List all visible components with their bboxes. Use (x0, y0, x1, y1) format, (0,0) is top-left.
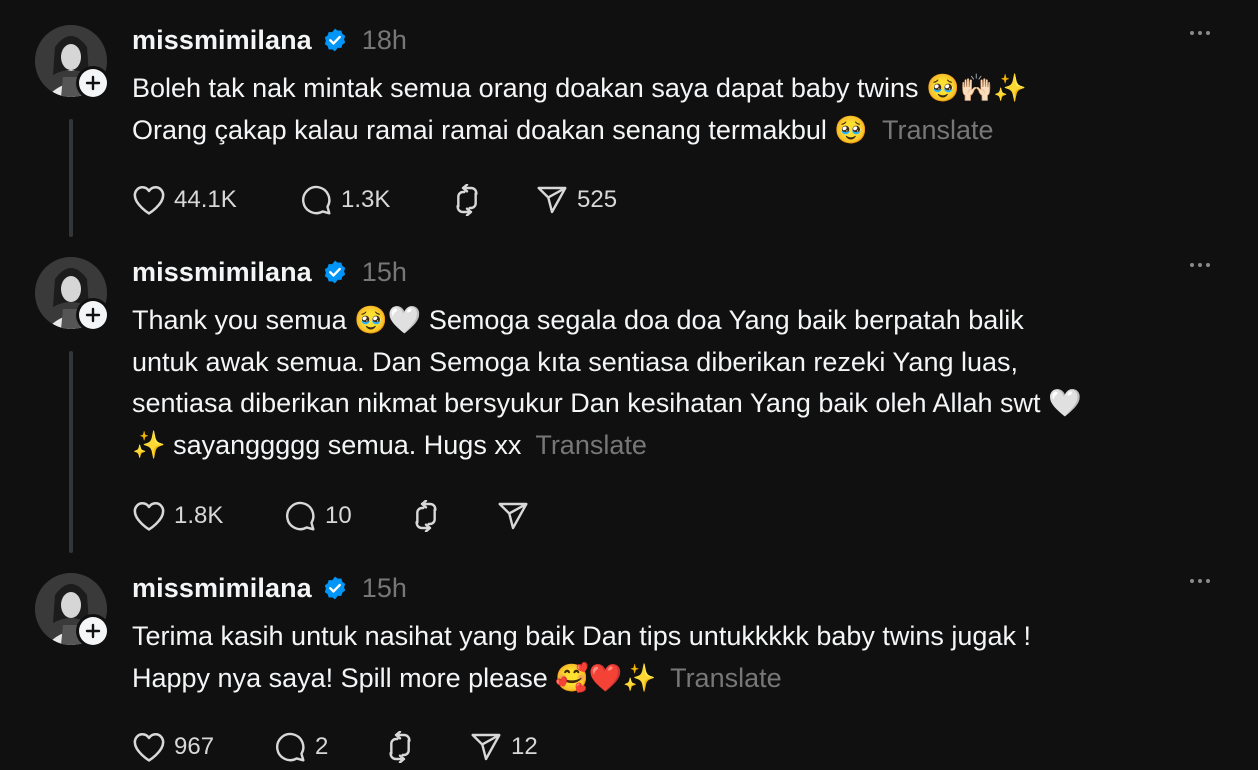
thread-post: missmimilana 18h Boleh tak nak mintak se… (0, 25, 1258, 250)
repost-button[interactable] (409, 500, 496, 532)
verified-badge-icon (322, 27, 348, 53)
follow-button[interactable] (76, 298, 110, 332)
share-button[interactable]: 525 (535, 184, 617, 216)
post-header: missmimilana 15h (132, 257, 407, 287)
plus-icon (85, 75, 101, 91)
avatar[interactable] (35, 25, 110, 100)
heart-icon (133, 732, 165, 762)
translate-link[interactable]: Translate (670, 663, 782, 693)
share-button[interactable]: 12 (469, 731, 538, 763)
repost-icon (415, 500, 437, 532)
avatar[interactable] (35, 573, 110, 648)
translate-link[interactable]: Translate (535, 430, 647, 460)
repost-button[interactable] (383, 731, 469, 763)
post-text-line: sentiasa diberikan nikmat bersyukur Dan … (132, 388, 1082, 418)
translate-link[interactable]: Translate (882, 115, 994, 145)
repost-button[interactable] (450, 184, 535, 216)
like-button[interactable]: 1.8K (132, 500, 283, 532)
post-timestamp: 15h (361, 256, 407, 287)
reply-count: 2 (315, 733, 329, 760)
username[interactable]: missmimilana (132, 25, 312, 56)
reply-button[interactable]: 1.3K (299, 184, 450, 216)
post-timestamp: 18h (361, 24, 407, 55)
like-count: 967 (174, 733, 215, 760)
thread-post: missmimilana 15h Terima kasih untuk nasi… (0, 573, 1258, 770)
post-text-line: Thank you semua 🥹🤍 Semoga segala doa doa… (132, 305, 1024, 335)
like-count: 44.1K (174, 186, 237, 213)
like-button[interactable]: 44.1K (132, 184, 299, 216)
reply-count: 10 (325, 502, 352, 529)
more-options-icon[interactable] (1190, 263, 1210, 267)
plus-icon (85, 307, 101, 323)
post-text-line: ✨ sayanggggg semua. Hugs xx Translate (132, 429, 647, 460)
thread-line (69, 119, 73, 237)
comment-icon (286, 501, 315, 531)
repost-icon (389, 731, 411, 763)
share-button[interactable] (496, 500, 530, 532)
reply-count: 1.3K (341, 186, 391, 213)
post-text: Boleh tak nak mintak semua orang doakan … (132, 68, 1222, 151)
verified-badge-icon (322, 575, 348, 601)
avatar[interactable] (35, 257, 110, 332)
post-actions: 967 2 12 (132, 730, 538, 764)
follow-button[interactable] (76, 614, 110, 648)
username[interactable]: missmimilana (132, 257, 312, 288)
reply-button[interactable]: 2 (273, 731, 383, 763)
like-button[interactable]: 967 (132, 731, 273, 763)
comment-icon (302, 185, 331, 215)
post-timestamp: 15h (361, 572, 407, 603)
verified-badge-icon (322, 259, 348, 285)
more-options-icon[interactable] (1190, 31, 1210, 35)
like-count: 1.8K (174, 502, 224, 529)
post-text: Thank you semua 🥹🤍 Semoga segala doa doa… (132, 300, 1222, 466)
post-text: Terima kasih untuk nasihat yang baik Dan… (132, 616, 1222, 699)
post-text-line: Orang çakap kalau ramai ramai doakan sen… (132, 114, 994, 145)
heart-icon (133, 185, 165, 215)
send-icon (471, 733, 501, 761)
share-count: 12 (511, 733, 538, 760)
comment-icon (276, 732, 305, 762)
follow-button[interactable] (76, 66, 110, 100)
plus-icon (85, 623, 101, 639)
repost-icon (456, 184, 478, 216)
thread-line (69, 351, 73, 553)
post-actions: 1.8K 10 (132, 499, 530, 533)
send-icon (498, 502, 528, 530)
thread-post: missmimilana 15h Thank you semua 🥹🤍 Semo… (0, 257, 1258, 557)
post-text-line: Boleh tak nak mintak semua orang doakan … (132, 73, 1027, 103)
post-actions: 44.1K 1.3K 525 (132, 183, 617, 217)
post-header: missmimilana 18h (132, 25, 407, 55)
share-count: 525 (577, 186, 618, 213)
more-options-icon[interactable] (1190, 579, 1210, 583)
post-header: missmimilana 15h (132, 573, 407, 603)
post-text-line: untuk awak semua. Dan Semoga kıta sentia… (132, 346, 1019, 377)
reply-button[interactable]: 10 (283, 500, 409, 532)
post-text-line: Happy nya saya! Spill more please 🥰❤️✨ Tr… (132, 662, 782, 693)
username[interactable]: missmimilana (132, 573, 312, 604)
post-text-line: Terima kasih untuk nasihat yang baik Dan… (132, 621, 1031, 651)
heart-icon (133, 501, 165, 531)
send-icon (537, 186, 567, 214)
